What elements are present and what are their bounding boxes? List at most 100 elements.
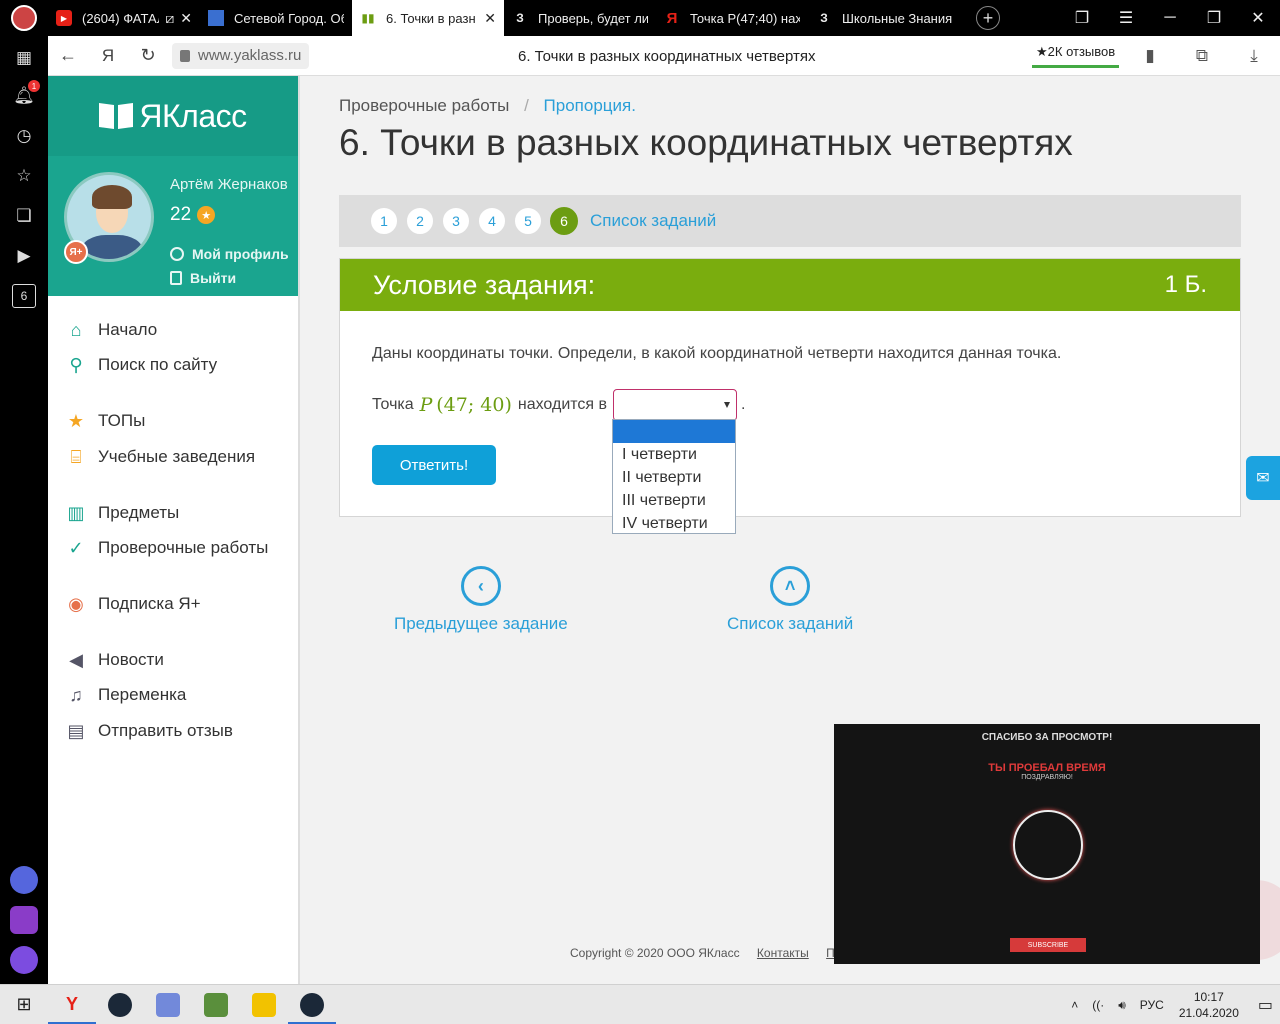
mute-icon[interactable]: ⧄ (165, 10, 174, 27)
back-arrow-icon[interactable]: ← (48, 36, 88, 76)
new-tab-button[interactable]: + (976, 6, 1000, 30)
page-5[interactable]: 5 (514, 207, 542, 235)
assistant-icon[interactable] (10, 946, 38, 974)
yaklass-icon: ▮▮ (361, 11, 375, 25)
menu-icon[interactable]: ☰ (1104, 0, 1148, 36)
history-icon[interactable]: ◷ (12, 124, 36, 148)
restore-icon[interactable]: ❐ (1192, 0, 1236, 36)
tab-netcity[interactable]: Сетевой Город. Об (200, 0, 352, 36)
points-star-icon: ★ (197, 206, 216, 224)
tab-znanija-2[interactable]: З Школьные Знания (808, 0, 960, 36)
tab-manager-icon[interactable]: ❐ (1060, 0, 1104, 36)
network-icon[interactable]: ((· (1092, 998, 1104, 1012)
url-field[interactable]: www.yaklass.ru (172, 42, 310, 69)
close-tab-icon[interactable]: ✕ (180, 10, 192, 27)
quadrant-select[interactable] (613, 389, 738, 421)
messenger-icon[interactable] (10, 906, 38, 934)
taskbar-player[interactable] (240, 985, 288, 1024)
sidebar-item-break[interactable]: ♫ Переменка (64, 681, 186, 709)
page-title-in-bar: 6. Точки в разных координатных четвертях (518, 47, 816, 65)
language-indicator[interactable]: РУС (1140, 998, 1164, 1012)
breadcrumb: Проверочные работы / Пропорция. (339, 96, 636, 116)
clock[interactable]: 10:17 21.04.2020 (1179, 989, 1239, 1021)
taskbar-discord[interactable] (144, 985, 192, 1024)
dropdown-option-1[interactable]: I четверти (613, 443, 735, 466)
breadcrumb-proportion[interactable]: Пропорция. (544, 96, 636, 115)
bookmarks-star-icon[interactable]: ☆ (12, 164, 36, 188)
sidebar-item-subjects[interactable]: ▥ Предметы (64, 499, 179, 527)
previous-task-button[interactable]: ‹ Предыдущее задание (394, 566, 568, 634)
bookmark-icon[interactable]: ▮ (1124, 36, 1176, 76)
steam-icon (300, 992, 324, 1017)
volume-icon[interactable]: 🔊︎ (1118, 998, 1126, 1013)
rail-counter[interactable]: 6 (12, 284, 36, 308)
video-subscribe-button[interactable]: SUBSCRIBE (1010, 938, 1086, 952)
close-window-icon[interactable]: ✕ (1236, 0, 1280, 36)
dropdown-option-empty[interactable] (613, 420, 735, 443)
tray-expand-icon[interactable]: ˄ (1071, 998, 1078, 1012)
apps-grid-icon[interactable]: ▦ (12, 46, 36, 70)
sidebar-item-home[interactable]: ⌂ Начало (64, 316, 158, 344)
page-4[interactable]: 4 (478, 207, 506, 235)
task-list-button[interactable]: ˄ Список заданий (727, 566, 853, 634)
dropdown-option-2[interactable]: II четверти (613, 466, 735, 489)
sidebar-item-schools[interactable]: ⌸ Учебные заведения (64, 443, 255, 471)
dropdown-option-4[interactable]: IV четверти (613, 512, 735, 535)
taskbar-steam-2[interactable] (288, 985, 336, 1024)
tab-yaklass[interactable]: ▮▮ 6. Точки в разн ✕ (352, 0, 504, 36)
page-6-current[interactable]: 6 (550, 207, 578, 235)
plus-badge-icon: Я+ (64, 240, 88, 264)
book-logo-icon (99, 104, 133, 128)
mail-feedback-icon[interactable]: ✉ (1246, 456, 1280, 500)
page-1[interactable]: 1 (370, 207, 398, 235)
breadcrumb-tests[interactable]: Проверочные работы (339, 96, 509, 115)
taskbar-steam-1[interactable] (96, 985, 144, 1024)
yandex-home-icon[interactable]: Я (88, 36, 128, 76)
page-2[interactable]: 2 (406, 207, 434, 235)
my-profile-link[interactable]: Мой профиль (170, 246, 289, 262)
video-caption-main: ТЫ ПРОЕБАЛ ВРЕМЯ (988, 762, 1106, 774)
alice-icon[interactable] (10, 866, 38, 894)
user-points: 22 ★ (170, 204, 216, 226)
taskbar-yandex[interactable]: Y (48, 985, 96, 1024)
reload-icon[interactable]: ↻ (128, 36, 168, 76)
start-button[interactable]: ⊞ (0, 985, 48, 1024)
sidebar-item-news[interactable]: ◀ Новости (64, 646, 164, 674)
download-icon[interactable]: ⤓ (1228, 36, 1280, 76)
page-3[interactable]: 3 (442, 207, 470, 235)
tab-youtube[interactable]: ▶ (2604) ФАТАЛ ⧄ ✕ (48, 0, 200, 36)
school-icon: ⌸ (70, 446, 82, 467)
task-list-link[interactable]: Список заданий (590, 211, 716, 231)
browser-profile-icon[interactable] (0, 0, 48, 36)
logout-link[interactable]: Выйти (170, 270, 236, 286)
chevron-left-icon: ‹ (460, 566, 501, 606)
site-logo[interactable]: ЯКласс (48, 76, 298, 156)
user-name: Артём Жернаков (170, 176, 288, 193)
notifications-icon[interactable]: 🔔︎ 1 (12, 80, 40, 108)
cube-game-icon (204, 992, 228, 1017)
protect-icon[interactable]: ⧉ (1176, 36, 1228, 76)
sidebar-item-tops[interactable]: ★ ТОПы (64, 407, 145, 435)
sidebar-item-tests[interactable]: ✓ Проверочные работы (64, 534, 268, 562)
collections-icon[interactable]: ❏ (12, 204, 36, 228)
task-header: Условие задания: 1 Б. (340, 259, 1240, 311)
bell-icon: ♫ (69, 684, 83, 705)
windows-taskbar: ⊞ Y ˄ ((· 🔊︎ РУС 10:17 21.04.2020 ▭ (0, 984, 1280, 1024)
tab-yandex[interactable]: Я Точка P(47;40) нах (656, 0, 808, 36)
reviews-badge[interactable]: ★2К отзывов (1032, 44, 1120, 68)
sidebar-item-search[interactable]: ⚲ Поиск по сайту (64, 351, 217, 379)
taskbar-minecraft[interactable] (192, 985, 240, 1024)
netcity-icon (208, 10, 224, 26)
sidebar-item-subscription[interactable]: ◉ Подписка Я+ (64, 590, 200, 618)
answer-button[interactable]: Ответить! (372, 445, 496, 485)
tab-znanija-1[interactable]: З Проверь, будет ли (504, 0, 656, 36)
action-center-icon[interactable]: ▭ (1258, 995, 1273, 1015)
contacts-link[interactable]: Контакты (757, 946, 809, 960)
minimize-icon[interactable]: ─ (1148, 0, 1192, 36)
media-player-icon[interactable]: ▶ (12, 244, 36, 268)
sidebar-item-feedback[interactable]: ▤ Отправить отзыв (64, 717, 232, 745)
video-overlay[interactable]: СПАСИБО ЗА ПРОСМОТР! ТЫ ПРОЕБАЛ ВРЕМЯ ПО… (834, 724, 1260, 964)
close-tab-icon[interactable]: ✕ (484, 10, 496, 27)
dropdown-option-3[interactable]: III четверти (613, 489, 735, 512)
task-pager: 1 2 3 4 5 6 Список заданий (339, 195, 1241, 247)
